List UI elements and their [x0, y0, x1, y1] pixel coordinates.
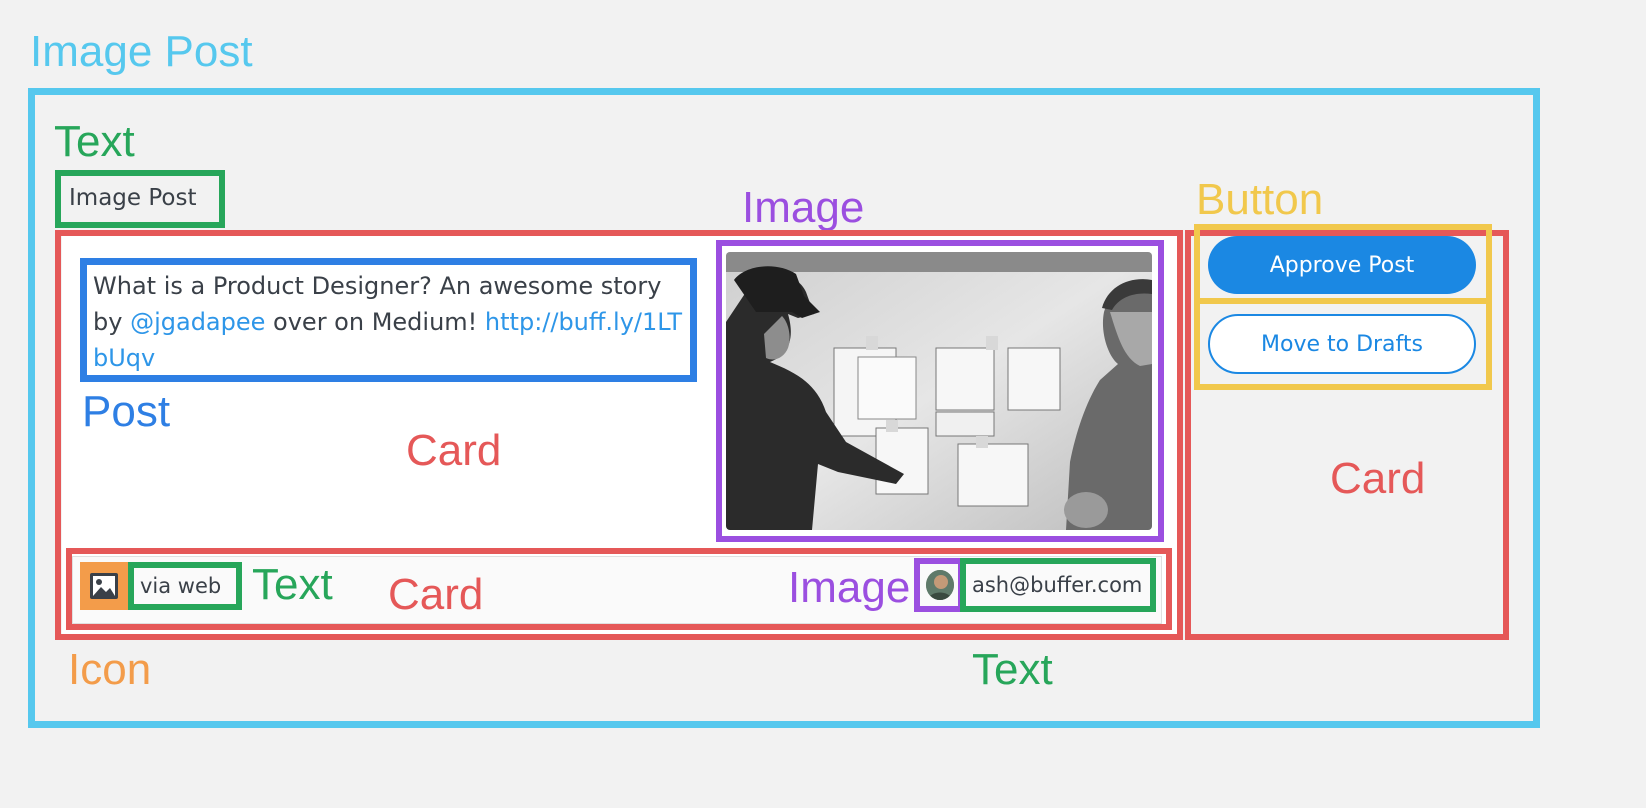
approve-post-button[interactable]: Approve Post — [1208, 236, 1476, 294]
card-annotation-label-right: Card — [1330, 454, 1426, 503]
text-annotation-label-footer: Text — [252, 560, 333, 609]
image-post-annotation-label: Image Post — [30, 27, 253, 76]
image-annotation-label-footer: Image — [788, 563, 911, 612]
button-annotation-divider — [1194, 298, 1492, 304]
image-annotation-label: Image — [742, 183, 865, 232]
icon-annotation-label: Icon — [68, 645, 152, 694]
text-annotation-label-bottom: Text — [972, 645, 1053, 694]
image-icon — [89, 572, 119, 600]
via-text: via web — [140, 574, 222, 598]
card-annotation-label-footer: Card — [388, 570, 484, 619]
text-annotation-label: Text — [54, 117, 135, 166]
button-annotation-label: Button — [1196, 175, 1324, 224]
move-to-drafts-button[interactable]: Move to Drafts — [1208, 314, 1476, 374]
avatar — [926, 570, 954, 600]
author-email: ash@buffer.com — [972, 573, 1143, 597]
post-type-heading: Image Post — [69, 185, 197, 211]
